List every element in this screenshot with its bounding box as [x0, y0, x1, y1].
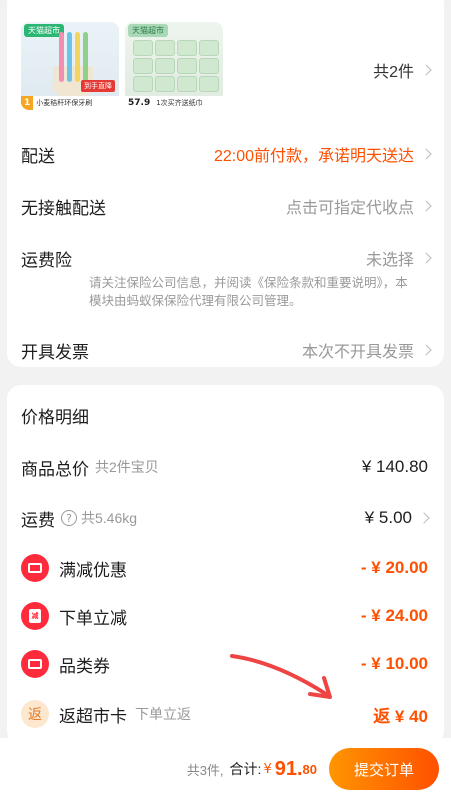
coupon-icon: [21, 650, 49, 678]
shipping-insurance-row[interactable]: 运费险 未选择: [7, 244, 444, 272]
delivery-label: 配送: [21, 146, 55, 166]
invoice-label: 开具发票: [21, 342, 89, 362]
product-strip: 57.9 1次买齐送纸巾: [125, 96, 223, 110]
goods-total-sub: 共2件宝贝: [95, 459, 159, 475]
product-count-row[interactable]: 共2件: [7, 58, 444, 82]
supermarket-card-sub: 下单立返: [135, 706, 191, 722]
supermarket-card-label: 返超市卡: [59, 706, 127, 726]
freight-weight: 共5.46kg: [81, 510, 138, 526]
delivery-value: 22:00前付款，承诺明天送达: [213, 148, 414, 165]
rebate-icon: 返: [21, 700, 49, 728]
order-info-card: 天猫超市 到手直降 1 小麦秸秆环保牙刷 天猫超市 57.9 1次买齐送纸巾 共…: [7, 0, 444, 367]
goods-total-value: ¥ 140.80: [361, 457, 428, 476]
price-badge: 1: [21, 96, 34, 110]
chevron-right-icon: [420, 148, 432, 160]
store-tag: 天猫超市: [128, 24, 168, 37]
total-label: 合计:: [229, 761, 262, 777]
checkout-bar: 共3件, 合计: ¥ 91. 80 提交订单: [0, 738, 451, 800]
tissue-pack-image: [133, 40, 153, 56]
full-reduction-label: 满减优惠: [59, 560, 127, 580]
price-badge: 57.9: [125, 96, 154, 110]
order-discount-label: 下单立减: [59, 608, 127, 628]
chevron-right-icon: [420, 344, 432, 356]
invoice-value: 本次不开具发票: [301, 344, 414, 361]
product-title: 1次买齐送纸巾: [156, 99, 203, 107]
goods-total-label: 商品总价: [21, 459, 89, 479]
supermarket-card-value: 返 ¥ 40: [373, 706, 428, 726]
product-count: 共2件: [373, 64, 414, 81]
currency-symbol: ¥: [263, 761, 272, 777]
freight-value: ¥ 5.00: [364, 508, 412, 527]
chevron-right-icon: [420, 200, 432, 212]
freight-label: 运费: [21, 510, 55, 530]
annotation-arrow-icon: [230, 654, 332, 699]
shipping-insurance-value: 未选择: [365, 252, 414, 269]
question-icon[interactable]: ?: [61, 510, 77, 526]
contactless-row[interactable]: 无接触配送 点击可指定代收点: [7, 192, 444, 220]
item-count: 共3件,: [186, 762, 224, 778]
order-discount-value: - ¥ 24.00: [360, 606, 428, 625]
store-tag: 天猫超市: [24, 24, 64, 37]
contactless-label: 无接触配送: [21, 198, 106, 218]
tissue-pack-image: [155, 40, 175, 56]
submit-order-button[interactable]: 提交订单: [329, 748, 439, 790]
contactless-value: 点击可指定代收点: [285, 200, 414, 217]
total-integer: 91.: [274, 757, 303, 780]
freight-row[interactable]: 运费 ? 共5.46kg ¥ 5.00: [7, 502, 444, 534]
insurance-note: 请关注保险公司信息，并阅读《保险条款和重要说明》，本模块由蚂蚁保保险代理有限公司…: [89, 276, 408, 308]
chevron-right-icon: [420, 64, 432, 76]
product-strip: 1 小麦秸秆环保牙刷: [21, 96, 119, 110]
product-title: 小麦秸秆环保牙刷: [36, 99, 93, 107]
order-discount-row: 减 下单立减 - ¥ 24.00: [7, 600, 444, 632]
category-coupon-label: 品类券: [59, 656, 110, 676]
category-coupon-value: - ¥ 10.00: [360, 654, 428, 673]
coupon-icon: [21, 554, 49, 582]
invoice-row[interactable]: 开具发票 本次不开具发票: [7, 336, 444, 364]
goods-total-row: 商品总价 共2件宝贝 ¥ 140.80: [7, 451, 444, 483]
price-detail-title: 价格明细: [21, 408, 89, 427]
tissue-pack-image: [199, 40, 219, 56]
shipping-insurance-label: 运费险: [21, 250, 72, 270]
full-reduction-row: 满减优惠 - ¥ 20.00: [7, 552, 444, 584]
delivery-row[interactable]: 配送 22:00前付款，承诺明天送达: [7, 140, 444, 168]
red-packet-icon: 减: [21, 602, 49, 630]
total-decimal: 80: [302, 761, 317, 777]
chevron-right-icon: [418, 512, 430, 524]
tissue-pack-image: [177, 40, 197, 56]
chevron-right-icon: [420, 252, 432, 264]
full-reduction-value: - ¥ 20.00: [360, 558, 428, 577]
